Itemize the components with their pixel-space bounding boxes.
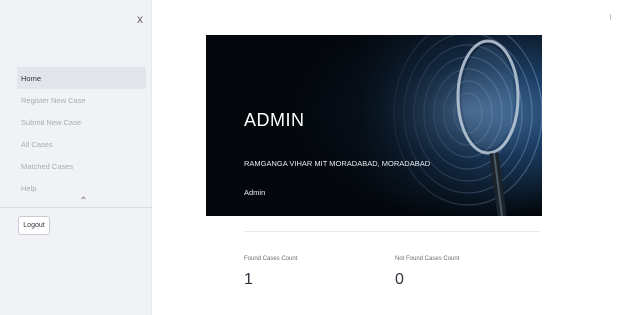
- sidebar-item-help[interactable]: Help: [17, 177, 146, 199]
- not-found-cases-label: Not Found Cases Count: [395, 256, 460, 262]
- section-divider: [244, 231, 540, 232]
- page-title: ADMIN: [244, 110, 305, 130]
- sidebar-item-all-cases[interactable]: All Cases: [17, 133, 146, 155]
- role-text: Admin: [244, 188, 266, 197]
- logout-button[interactable]: Logout: [18, 216, 50, 235]
- address-text: RAMGANGA VIHAR MIT MORADABAD, MORADABAD: [244, 159, 431, 168]
- chevron-up-icon[interactable]: [81, 196, 86, 201]
- sidebar-nav: Home Register New Case Submit New Case A…: [17, 67, 146, 199]
- sidebar-item-submit-new-case[interactable]: Submit New Case: [17, 111, 146, 133]
- settings-menu-icon[interactable]: [610, 14, 611, 20]
- sidebar-item-register-new-case[interactable]: Register New Case: [17, 89, 146, 111]
- sidebar-divider: [0, 207, 152, 208]
- found-cases-label: Found Cases Count: [244, 256, 298, 262]
- not-found-cases-value: 0: [395, 271, 404, 288]
- sidebar-item-matched-cases[interactable]: Matched Cases: [17, 155, 146, 177]
- found-cases-value: 1: [244, 271, 253, 288]
- profile-banner: ADMIN RAMGANGA VIHAR MIT MORADABAD, MORA…: [206, 35, 542, 216]
- sidebar-item-home[interactable]: Home: [17, 67, 146, 89]
- sidebar: x Home Register New Case Submit New Case…: [0, 0, 152, 315]
- close-sidebar-icon[interactable]: x: [137, 13, 143, 25]
